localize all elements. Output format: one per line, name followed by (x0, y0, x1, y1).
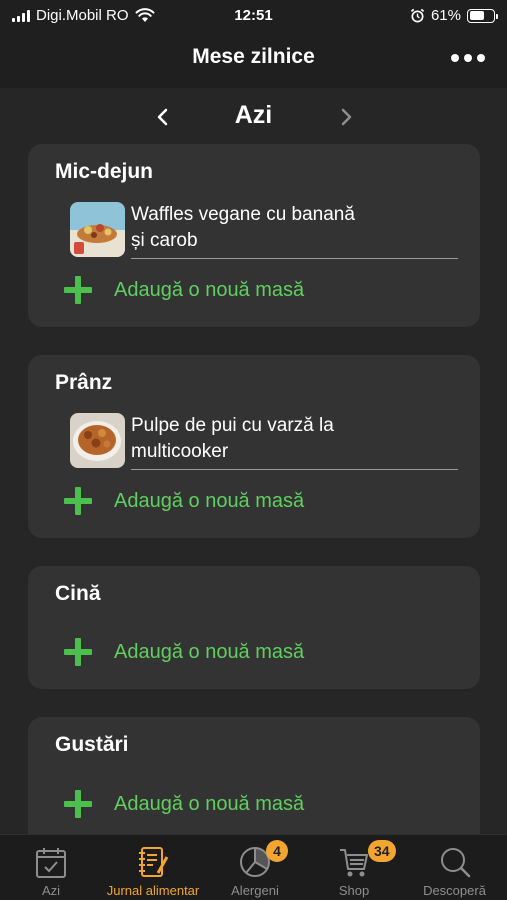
add-meal-button[interactable]: Adaugă o nouă masă (64, 637, 304, 667)
meal-item[interactable]: Pulpe de pui cu varză la multicooker (70, 413, 458, 471)
meal-thumbnail (70, 202, 125, 257)
meal-title: Gustări (55, 733, 129, 756)
tab-alergeni[interactable]: 4 Alergeni (204, 835, 306, 900)
date-navigator: Azi (0, 96, 507, 140)
meal-thumbnail (70, 413, 125, 468)
plus-icon (64, 638, 92, 666)
alarm-icon (410, 8, 425, 23)
meal-name: Waffles vegane cu banană și carob (131, 204, 355, 251)
battery-icon (467, 8, 498, 23)
date-label: Azi (234, 101, 273, 129)
tab-bar: Azi Jurnal alimentar 4 Alergeni 34 Shop (0, 834, 507, 900)
alergeni-badge: 4 (266, 840, 288, 862)
battery-percent: 61% (430, 7, 461, 24)
meal-card-lunch: Prânz Pulpe de pui cu varză la multicook… (28, 355, 480, 538)
search-icon (440, 848, 470, 878)
plus-icon (64, 276, 92, 304)
meal-item[interactable]: Waffles vegane cu banană și carob (70, 202, 458, 260)
journal-icon (139, 847, 169, 877)
page-title: Mese zilnice (192, 45, 315, 68)
shop-cart-icon (340, 849, 368, 877)
meal-name: Pulpe de pui cu varză la multicooker (131, 415, 334, 462)
plus-icon (64, 487, 92, 515)
add-meal-button[interactable]: Adaugă o nouă masă (64, 789, 304, 819)
add-meal-button[interactable]: Adaugă o nouă masă (64, 275, 304, 305)
meal-title: Cină (55, 582, 101, 605)
tab-jurnal-alimentar[interactable]: Jurnal alimentar (102, 835, 204, 900)
chevron-right-icon[interactable] (331, 102, 361, 132)
meal-title: Prânz (55, 371, 113, 394)
meal-card-dinner: Cină Adaugă o nouă masă (28, 566, 480, 689)
shop-badge: 34 (368, 840, 396, 862)
tab-descopera[interactable]: Descoperă (402, 835, 507, 900)
add-meal-button[interactable]: Adaugă o nouă masă (64, 486, 304, 516)
tab-azi[interactable]: Azi (0, 835, 102, 900)
plus-icon (64, 790, 92, 818)
divider (131, 469, 458, 470)
calendar-check-icon (36, 848, 66, 878)
divider (131, 258, 458, 259)
meal-title: Mic-dejun (55, 160, 153, 183)
status-bar: Digi.Mobil RO 12:51 61% (0, 0, 507, 32)
status-right: 61% (410, 7, 498, 24)
ellipsis-icon (451, 54, 459, 62)
nav-bar: Mese zilnice (0, 32, 507, 88)
tab-shop[interactable]: 34 Shop (306, 835, 402, 900)
meal-card-breakfast: Mic-dejun Waffles vegane cu banană și ca… (28, 144, 480, 327)
more-options-button[interactable] (451, 50, 485, 66)
